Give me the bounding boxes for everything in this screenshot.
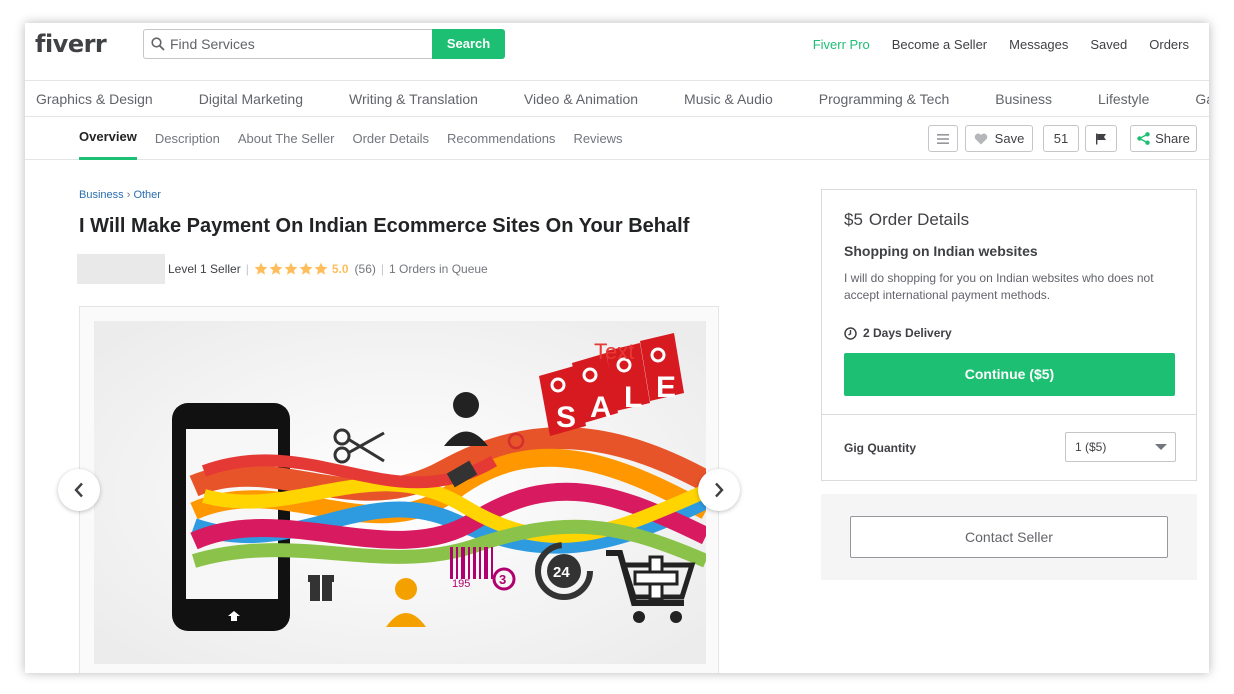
rating-score: 5.0 bbox=[331, 262, 349, 276]
flag-icon bbox=[1096, 133, 1106, 144]
tab-reviews[interactable]: Reviews bbox=[573, 117, 622, 160]
package-title: Shopping on Indian websites bbox=[844, 243, 1038, 259]
category-business[interactable]: Business bbox=[995, 91, 1052, 107]
seller-avatar[interactable] bbox=[77, 254, 165, 284]
nav-fiverr-pro[interactable]: Fiverr Pro bbox=[813, 37, 870, 52]
fiverr-logo[interactable]: fiverr bbox=[35, 30, 107, 58]
star-icon bbox=[314, 262, 328, 275]
tab-order-details[interactable]: Order Details bbox=[352, 117, 429, 160]
clock-number: 24 bbox=[553, 564, 570, 581]
share-label: Share bbox=[1155, 131, 1190, 146]
save-count-badge: 51 bbox=[1043, 125, 1079, 152]
gift-graphic bbox=[308, 575, 334, 601]
delivery-time: 2 Days Delivery bbox=[844, 326, 952, 340]
top-nav: Fiverr Pro Become a Seller Messages Save… bbox=[813, 37, 1189, 52]
clock-icon bbox=[844, 326, 857, 340]
order-heading-label: Order Details bbox=[868, 210, 970, 229]
breadcrumb-business[interactable]: Business bbox=[79, 189, 124, 201]
site-header: fiverr Search Fiverr Pro Become a Seller… bbox=[25, 23, 1209, 81]
seller-level: Level 1 Seller bbox=[168, 262, 241, 276]
heart-icon bbox=[974, 133, 987, 144]
tab-overview[interactable]: Overview bbox=[79, 117, 137, 160]
gig-image: S A L E Text 195 3 24 bbox=[94, 321, 712, 664]
nav-become-seller[interactable]: Become a Seller bbox=[892, 37, 987, 52]
search-input[interactable] bbox=[170, 31, 425, 57]
delivery-label: 2 Days Delivery bbox=[863, 326, 952, 340]
barcode-digit: 3 bbox=[499, 572, 506, 587]
category-digital-marketing[interactable]: Digital Marketing bbox=[199, 91, 303, 107]
save-count: 51 bbox=[1053, 131, 1069, 146]
quantity-select[interactable]: 1 ($5) bbox=[1065, 432, 1176, 462]
barcode-number: 195 bbox=[452, 578, 470, 590]
nav-orders[interactable]: Orders bbox=[1149, 37, 1189, 52]
order-heading: $5 Order Details bbox=[844, 210, 969, 230]
contact-box: Contact Seller bbox=[821, 494, 1197, 580]
search-box bbox=[143, 29, 433, 59]
star-icon bbox=[254, 262, 268, 275]
continue-button[interactable]: Continue ($5) bbox=[844, 353, 1175, 396]
gig-subnav: Overview Description About The Seller Or… bbox=[25, 117, 1209, 160]
save-label: Save bbox=[994, 131, 1025, 146]
package-description: I will do shopping for you on Indian web… bbox=[844, 271, 1154, 302]
review-count[interactable]: (56) bbox=[355, 262, 376, 276]
gig-gallery: S A L E Text 195 3 24 bbox=[79, 306, 719, 673]
sale-letter-s: S bbox=[556, 401, 576, 434]
report-button[interactable] bbox=[1085, 125, 1117, 152]
star-icon bbox=[284, 262, 298, 275]
rating-stars bbox=[254, 262, 328, 276]
nav-messages[interactable]: Messages bbox=[1009, 37, 1068, 52]
tab-description[interactable]: Description bbox=[155, 117, 220, 160]
contact-seller-button[interactable]: Contact Seller bbox=[850, 516, 1168, 558]
star-icon bbox=[299, 262, 313, 275]
sale-letter-e: E bbox=[656, 371, 676, 404]
share-button[interactable]: Share bbox=[1130, 125, 1197, 152]
ecommerce-illustration: S A L E Text 195 3 24 bbox=[94, 321, 712, 664]
chevron-left-icon bbox=[74, 482, 83, 498]
category-bar: Graphics & Design Digital Marketing Writ… bbox=[25, 81, 1209, 117]
gallery-prev-button[interactable] bbox=[58, 469, 100, 511]
order-price: $5 bbox=[844, 210, 863, 229]
share-icon bbox=[1137, 132, 1150, 145]
orders-in-queue: 1 Orders in Queue bbox=[389, 262, 488, 276]
search-icon bbox=[151, 37, 165, 51]
category-video-animation[interactable]: Video & Animation bbox=[524, 91, 638, 107]
sale-letter-a: A bbox=[590, 391, 612, 424]
order-panel: $5 Order Details Shopping on Indian websi… bbox=[821, 189, 1197, 481]
divider: | bbox=[245, 262, 249, 276]
tag-text-label: Text bbox=[594, 339, 634, 364]
star-icon bbox=[269, 262, 283, 275]
tab-about-seller[interactable]: About The Seller bbox=[238, 117, 335, 160]
breadcrumb-separator: › bbox=[126, 189, 131, 201]
page-frame: fiverr Search Fiverr Pro Become a Seller… bbox=[25, 23, 1209, 673]
nav-saved[interactable]: Saved bbox=[1090, 37, 1127, 52]
menu-icon bbox=[937, 133, 949, 144]
chevron-down-icon bbox=[1155, 444, 1167, 450]
category-graphics-design[interactable]: Graphics & Design bbox=[36, 91, 153, 107]
category-music-audio[interactable]: Music & Audio bbox=[684, 91, 773, 107]
breadcrumb: Business › Other bbox=[79, 189, 161, 201]
collection-menu-button[interactable] bbox=[928, 125, 958, 152]
chevron-right-icon bbox=[715, 482, 724, 498]
category-gaming[interactable]: Gaming bbox=[1195, 91, 1209, 107]
gig-title: I Will Make Payment On Indian Ecommerce … bbox=[79, 215, 690, 237]
search-button[interactable]: Search bbox=[432, 29, 505, 59]
breadcrumb-other[interactable]: Other bbox=[133, 189, 161, 201]
category-writing-translation[interactable]: Writing & Translation bbox=[349, 91, 478, 107]
category-lifestyle[interactable]: Lifestyle bbox=[1098, 91, 1149, 107]
tab-recommendations[interactable]: Recommendations bbox=[447, 117, 555, 160]
seller-info-row: Level 1 Seller | 5.0 (56) | 1 Orders in … bbox=[77, 254, 488, 284]
category-programming-tech[interactable]: Programming & Tech bbox=[819, 91, 949, 107]
save-button[interactable]: Save bbox=[965, 125, 1033, 152]
quantity-value: 1 ($5) bbox=[1075, 440, 1107, 454]
quantity-label: Gig Quantity bbox=[844, 441, 916, 455]
gig-tabs: Overview Description About The Seller Or… bbox=[79, 117, 641, 160]
sale-letter-l: L bbox=[624, 381, 642, 414]
divider: | bbox=[380, 262, 384, 276]
divider bbox=[822, 414, 1196, 415]
gallery-next-button[interactable] bbox=[698, 469, 740, 511]
